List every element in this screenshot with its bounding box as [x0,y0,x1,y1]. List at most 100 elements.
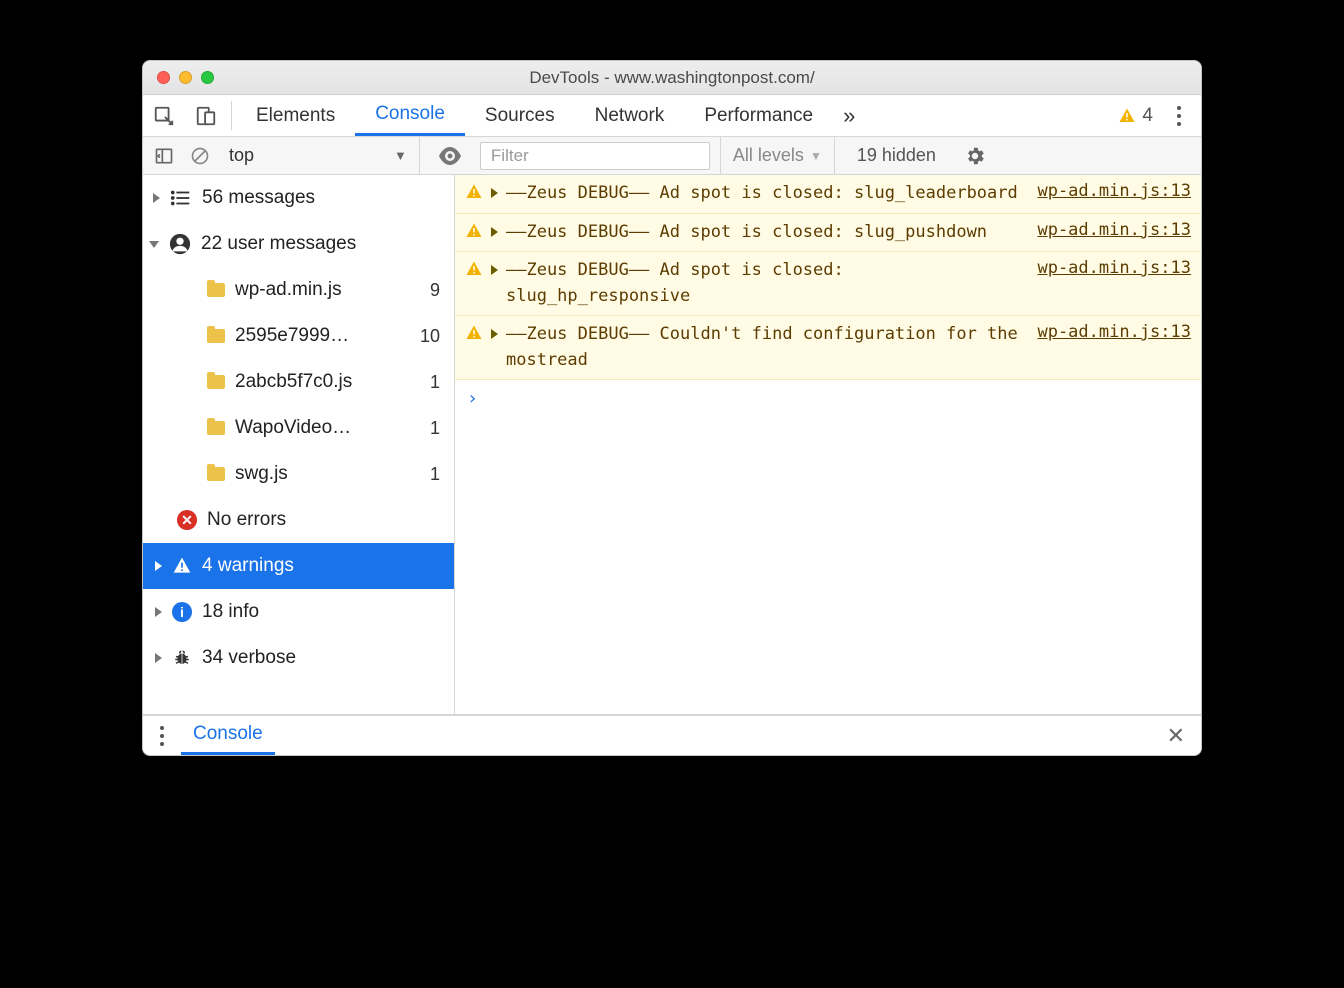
main-tabbar: Elements Console Sources Network Perform… [143,95,1201,137]
sidebar-info[interactable]: i 18 info [143,589,454,635]
expand-icon [155,653,162,663]
devtools-window: DevTools - www.washingtonpost.com/ Eleme… [142,60,1202,756]
file-name: 2abcb5f7c0.js [235,371,420,393]
console-messages: ––Zeus DEBUG–– Ad spot is closed: slug_l… [455,175,1201,714]
sidebar-messages-label: 56 messages [202,187,444,209]
file-name: WapoVideo… [235,417,420,439]
expand-icon [491,265,498,275]
inspect-element-icon[interactable] [143,95,185,136]
folder-icon [207,283,225,297]
context-selector[interactable]: top ▼ [223,137,420,174]
sidebar-errors-label: No errors [207,509,444,531]
bug-icon [172,649,192,667]
zoom-window-button[interactable] [201,71,214,84]
tabs: Elements Console Sources Network Perform… [236,95,833,136]
expand-icon [153,193,160,203]
toggle-sidebar-icon[interactable] [151,143,177,169]
settings-menu-button[interactable] [1169,95,1201,136]
drawer-tab-console[interactable]: Console [181,716,275,755]
titlebar: DevTools - www.washingtonpost.com/ [143,61,1201,95]
warning-icon [172,556,192,576]
file-count: 1 [430,418,444,439]
sidebar-info-label: 18 info [202,601,444,623]
device-toolbar-icon[interactable] [185,95,227,136]
tab-console[interactable]: Console [355,95,465,136]
sidebar-file-item[interactable]: WapoVideo… 1 [143,405,454,451]
file-count: 9 [430,280,444,301]
chevron-down-icon: ▼ [810,149,822,163]
collapse-icon [149,241,159,248]
sidebar-messages[interactable]: 56 messages [143,175,454,221]
warning-icon [465,260,483,278]
clear-console-icon[interactable] [187,143,213,169]
console-settings-icon[interactable] [958,145,992,167]
tab-performance[interactable]: Performance [684,95,833,136]
sidebar-verbose-label: 34 verbose [202,647,444,669]
file-count: 1 [430,464,444,485]
file-name: wp-ad.min.js [235,279,420,301]
divider [231,101,232,130]
console-message[interactable]: ––Zeus DEBUG–– Ad spot is closed: slug_h… [455,252,1201,316]
sidebar-file-item[interactable]: wp-ad.min.js 9 [143,267,454,313]
tab-elements[interactable]: Elements [236,95,355,136]
folder-icon [207,329,225,343]
expand-icon [491,188,498,198]
message-source-link[interactable]: wp-ad.min.js:13 [1037,220,1191,240]
drawer-menu-button[interactable] [143,726,181,746]
overflow-tabs-button[interactable]: » [833,95,865,136]
console-sidebar: 56 messages 22 user messages wp-ad.min.j… [143,175,455,714]
sidebar-file-item[interactable]: 2595e7999… 10 [143,313,454,359]
warning-icon [465,222,483,240]
console-content: 56 messages 22 user messages wp-ad.min.j… [143,175,1201,715]
error-icon: ✕ [177,510,197,530]
list-icon [170,187,192,209]
message-source-link[interactable]: wp-ad.min.js:13 [1037,258,1191,278]
message-text: ––Zeus DEBUG–– Couldn't find configurati… [506,322,1029,373]
filter-input[interactable] [480,142,710,170]
message-text: ––Zeus DEBUG–– Ad spot is closed: slug_p… [506,220,1029,246]
drawer-close-button[interactable]: ✕ [1151,723,1201,749]
sidebar-user-messages[interactable]: 22 user messages [143,221,454,267]
console-message[interactable]: ––Zeus DEBUG–– Ad spot is closed: slug_p… [455,214,1201,253]
expand-icon [155,607,162,617]
sidebar-warnings-label: 4 warnings [202,555,444,577]
console-message[interactable]: ––Zeus DEBUG–– Ad spot is closed: slug_l… [455,175,1201,214]
folder-icon [207,421,225,435]
context-label: top [229,145,254,166]
sidebar-file-item[interactable]: 2abcb5f7c0.js 1 [143,359,454,405]
expand-icon [491,329,498,339]
live-expression-icon[interactable] [430,147,470,165]
sidebar-warnings[interactable]: 4 warnings [143,543,454,589]
log-levels-selector[interactable]: All levels ▼ [720,137,835,174]
sidebar-file-item[interactable]: swg.js 1 [143,451,454,497]
message-source-link[interactable]: wp-ad.min.js:13 [1037,181,1191,201]
hidden-messages-label[interactable]: 19 hidden [845,145,948,166]
warning-icon [465,324,483,342]
window-title: DevTools - www.washingtonpost.com/ [143,68,1201,88]
expand-icon [155,561,162,571]
warning-icon [1118,107,1136,125]
message-text: ––Zeus DEBUG–– Ad spot is closed: slug_h… [506,258,1029,309]
minimize-window-button[interactable] [179,71,192,84]
drawer: Console ✕ [143,715,1201,755]
sidebar-user-messages-label: 22 user messages [201,233,444,255]
warning-count-badge[interactable]: 4 [1102,95,1169,136]
message-source-link[interactable]: wp-ad.min.js:13 [1037,322,1191,342]
expand-icon [491,227,498,237]
file-count: 1 [430,372,444,393]
tab-sources[interactable]: Sources [465,95,575,136]
folder-icon [207,467,225,481]
console-prompt[interactable]: › [455,380,1201,417]
console-message[interactable]: ––Zeus DEBUG–– Couldn't find configurati… [455,316,1201,380]
warning-count-number: 4 [1142,105,1153,127]
info-icon: i [172,602,192,622]
tab-network[interactable]: Network [575,95,685,136]
close-window-button[interactable] [157,71,170,84]
file-name: swg.js [235,463,420,485]
sidebar-verbose[interactable]: 34 verbose [143,635,454,681]
file-count: 10 [420,326,444,347]
sidebar-errors[interactable]: ✕ No errors [143,497,454,543]
message-text: ––Zeus DEBUG–– Ad spot is closed: slug_l… [506,181,1029,207]
user-icon [169,233,191,255]
folder-icon [207,375,225,389]
